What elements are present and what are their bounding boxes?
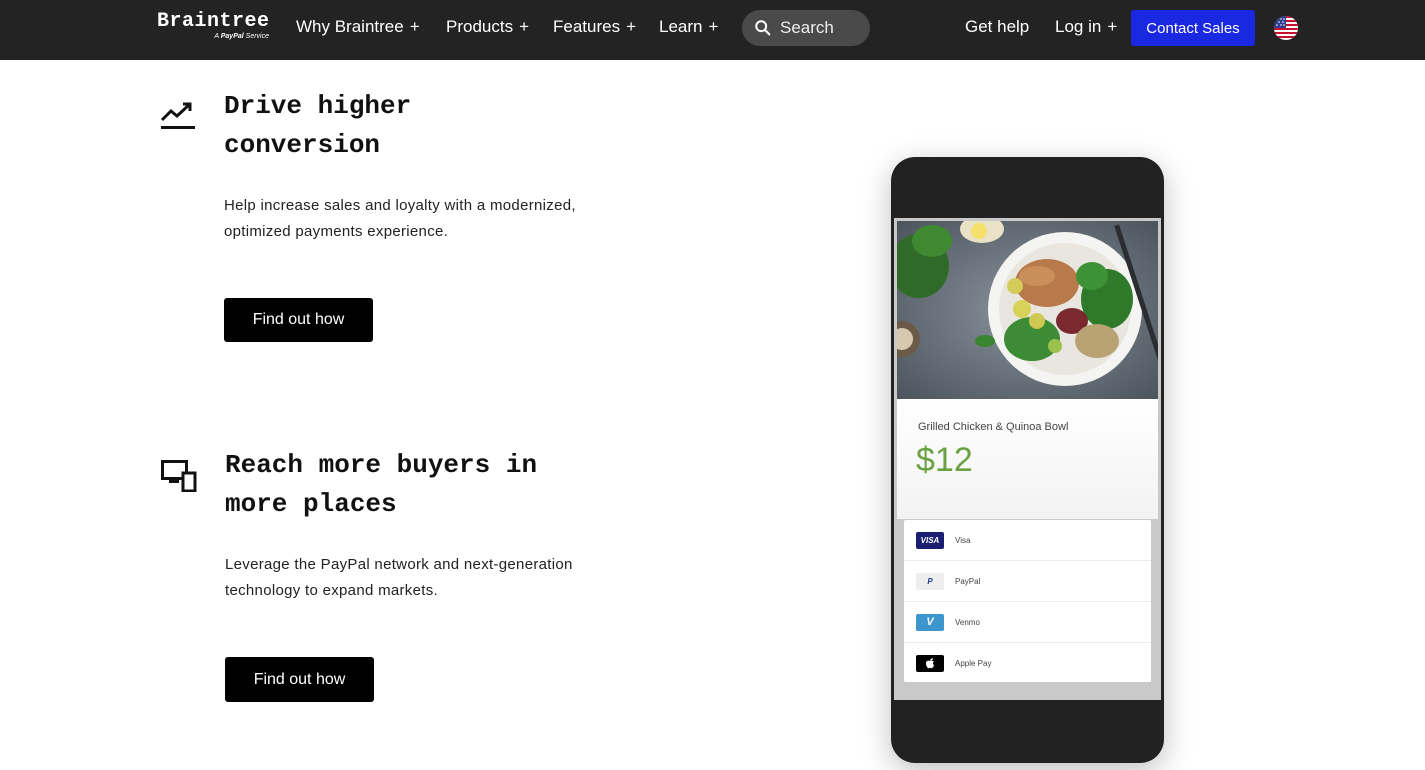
payment-option-paypal[interactable]: P PayPal [904, 561, 1151, 602]
feature-title-line: conversion [224, 130, 381, 160]
nav-products[interactable]: Products + [446, 16, 529, 38]
find-out-how-button[interactable]: Find out how [224, 298, 373, 342]
login-label: Log in [1055, 17, 1102, 36]
nav-features[interactable]: Features + [553, 16, 636, 38]
phone-mockup: Grilled Chicken & Quinoa Bowl $12 VISA V… [891, 157, 1164, 763]
product-price: $12 [916, 441, 973, 479]
search-placeholder: Search [780, 18, 834, 37]
venmo-icon: V [916, 613, 944, 631]
nav-products-label: Products [446, 17, 514, 36]
payment-option-venmo[interactable]: V Venmo [904, 602, 1151, 643]
feature-title-conversion: Drive higher conversion [224, 87, 411, 165]
payment-method-list: VISA Visa P PayPal V Venmo Apple Pay [904, 520, 1151, 682]
payment-option-label: Venmo [955, 617, 980, 627]
nav-learn-label: Learn [659, 17, 703, 36]
logo-tagline-prefix: A [214, 33, 219, 40]
nav-learn[interactable]: Learn + [659, 16, 718, 38]
payment-option-visa[interactable]: VISA Visa [904, 520, 1151, 561]
paypal-icon: P [916, 572, 944, 590]
feature-description-line: Leverage the PayPal network and next-gen… [225, 556, 573, 573]
braintree-logo[interactable]: Braintree A PayPal Service [157, 12, 272, 44]
payment-option-apple-pay[interactable]: Apple Pay [904, 643, 1151, 683]
us-flag-icon[interactable] [1274, 16, 1298, 40]
get-help-link[interactable]: Get help [965, 16, 1029, 38]
contact-sales-button[interactable]: Contact Sales [1131, 10, 1255, 46]
product-name: Grilled Chicken & Quinoa Bowl [918, 421, 1069, 433]
logo-tagline-brand: PayPal [220, 33, 244, 40]
find-out-how-button[interactable]: Find out how [225, 657, 374, 702]
login-menu[interactable]: Log in + [1055, 16, 1117, 38]
feature-description-reach-buyers: Leverage the PayPal network and next-gen… [225, 552, 573, 604]
plus-icon: + [708, 17, 719, 36]
feature-title-line: Drive higher [224, 91, 412, 121]
feature-title-line: Reach more buyers in [225, 450, 538, 480]
payment-option-label: Visa [955, 535, 971, 545]
logo-tagline: A PayPal Service [214, 32, 269, 42]
plus-icon: + [1107, 17, 1118, 36]
logo-wordmark: Braintree [157, 10, 270, 33]
nav-why-braintree[interactable]: Why Braintree + [296, 16, 420, 38]
feature-title-reach-buyers: Reach more buyers in more places [225, 446, 537, 524]
phone-screen: Grilled Chicken & Quinoa Bowl $12 VISA V… [894, 218, 1161, 700]
nav-why-braintree-label: Why Braintree [296, 17, 404, 36]
logo-tagline-suffix: Service [245, 33, 269, 40]
visa-icon: VISA [916, 531, 944, 549]
payment-option-label: Apple Pay [955, 658, 992, 668]
plus-icon: + [409, 17, 420, 36]
search-icon [755, 20, 771, 36]
plus-icon: + [626, 17, 637, 36]
feature-description-line: technology to expand markets. [225, 582, 438, 599]
search-box[interactable]: Search [742, 10, 870, 46]
top-navigation: Braintree A PayPal Service Why Braintree… [0, 0, 1425, 60]
nav-features-label: Features [553, 17, 621, 36]
apple-icon [916, 654, 944, 672]
plus-icon: + [519, 17, 530, 36]
trending-up-icon [160, 102, 196, 135]
feature-description-line: Help increase sales and loyalty with a m… [224, 197, 576, 214]
feature-description-conversion: Help increase sales and loyalty with a m… [224, 193, 576, 245]
feature-description-line: optimized payments experience. [224, 223, 449, 240]
payment-option-label: PayPal [955, 576, 981, 586]
product-card: Grilled Chicken & Quinoa Bowl $12 [897, 399, 1158, 519]
feature-title-line: more places [225, 489, 397, 519]
food-bowl-image [897, 221, 1158, 399]
devices-icon [161, 460, 197, 497]
